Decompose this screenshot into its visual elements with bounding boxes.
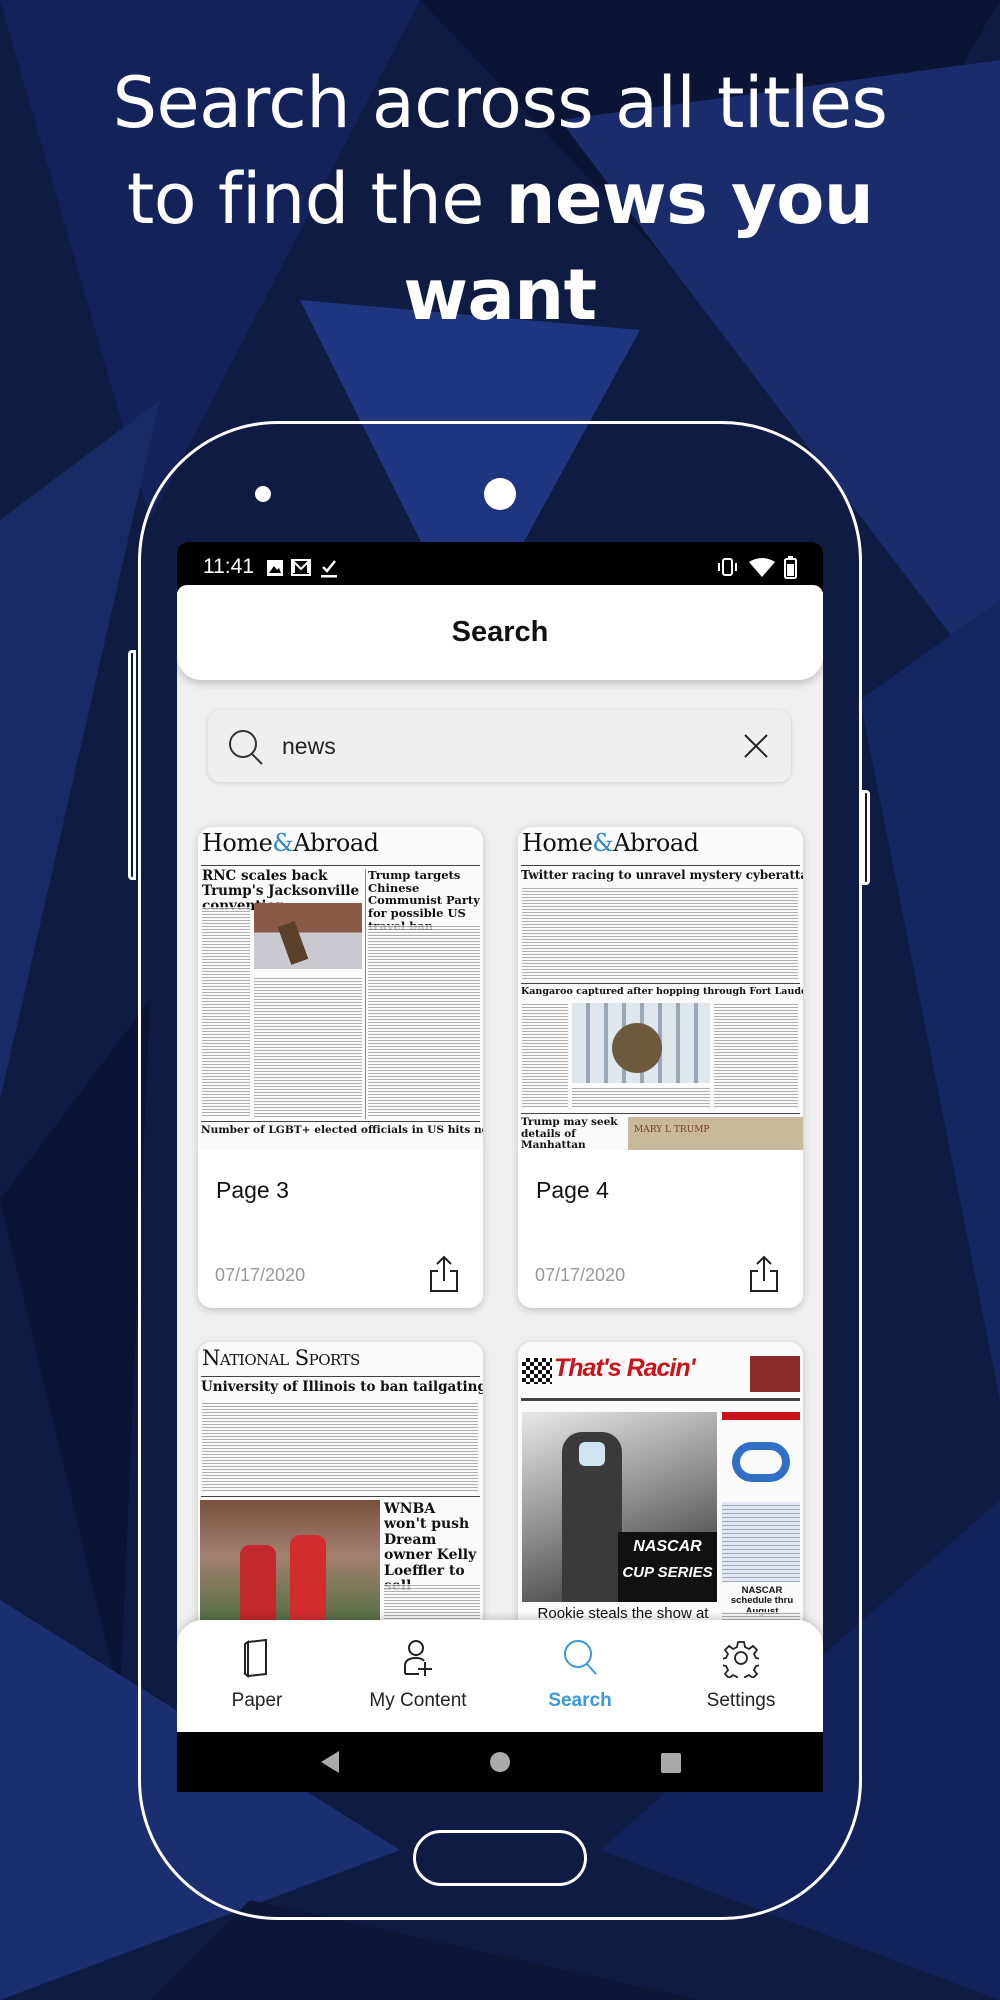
masthead: National Sports (202, 1346, 360, 1370)
masthead-part: Abroad (293, 829, 379, 857)
nav-settings[interactable]: Settings (666, 1620, 816, 1732)
page-date: 07/17/2020 (215, 1265, 306, 1285)
masthead-amp: & (272, 829, 294, 857)
gear-icon (723, 1641, 759, 1678)
news-photo: MARY L TRUMP (628, 1117, 803, 1150)
recents-icon[interactable] (660, 1752, 682, 1774)
search-icon (229, 730, 263, 765)
masthead-amp: & (592, 829, 614, 857)
masthead-part: Home (202, 829, 273, 857)
headline: Trump targets Chinese Communist Party fo… (368, 868, 480, 932)
masthead: That's Racin' (554, 1354, 696, 1382)
sidebar-banner (722, 1412, 800, 1420)
promo-line-1: Search across all titles (112, 62, 888, 144)
status-time: 11:41 (203, 555, 254, 578)
masthead: Home&Abroad (522, 829, 699, 857)
promo-line-2-regular: to find the (126, 158, 506, 240)
status-system-icons (718, 556, 797, 579)
phone-home-button (413, 1830, 587, 1886)
search-icon (564, 1640, 597, 1675)
masthead-part: Home (522, 829, 593, 857)
status-notification-icons (267, 559, 337, 578)
share-icon[interactable] (429, 1255, 459, 1293)
promo-headline: Search across all titles to find the new… (0, 55, 1000, 343)
page-thumbnail[interactable]: Home&Abroad RNC scales back Trump's Jack… (198, 827, 483, 1150)
nav-my-content[interactable]: My Content (343, 1620, 493, 1732)
promo-line-3: want (0, 247, 1000, 343)
page-date: 07/17/2020 (535, 1265, 626, 1285)
page-thumbnail[interactable]: That's Racin' NASCAR CUP SERIES NASCAR sc… (518, 1342, 803, 1665)
page-thumbnail[interactable]: Home&Abroad Twitter racing to unravel my… (518, 827, 803, 1150)
page-title: Search (177, 585, 823, 680)
promo-line-2: to find the news you (0, 151, 1000, 247)
masthead-part: Abroad (613, 829, 699, 857)
page-label: Page 3 (216, 1177, 289, 1203)
app-screen: 11:41 Search Home&Abroad RNC scales back… (177, 542, 823, 1792)
nav-paper[interactable]: Paper (182, 1620, 332, 1732)
news-photo (254, 903, 362, 969)
phone-side-button-left (128, 650, 136, 880)
search-bar[interactable] (208, 710, 791, 782)
page-thumbnail[interactable]: National Sports University of Illinois t… (198, 1342, 483, 1665)
add-user-icon (404, 1640, 432, 1676)
masthead: Home&Abroad (202, 829, 379, 857)
nav-label: Settings (706, 1690, 776, 1711)
news-photo (200, 1500, 380, 1640)
home-icon[interactable] (489, 1751, 511, 1773)
track-map (732, 1442, 790, 1482)
news-photo (572, 1003, 710, 1083)
paper-icon (244, 1638, 267, 1678)
headline: Number of LGBT+ elected officials in US … (201, 1124, 483, 1136)
headline: University of Illinois to ban tailgating (201, 1379, 483, 1395)
result-card[interactable]: Home&Abroad RNC scales back Trump's Jack… (198, 827, 483, 1308)
back-icon[interactable] (319, 1750, 341, 1774)
phone-sensor (255, 486, 271, 502)
checkered-flag-icon (522, 1358, 552, 1384)
page-label: Page 4 (536, 1177, 609, 1203)
news-photo (750, 1356, 800, 1392)
bottom-nav: Paper My Content Search Settings (177, 1620, 823, 1732)
nav-label: My Content (369, 1690, 467, 1711)
nav-label: Paper (231, 1690, 283, 1711)
nascar-logo-text: CUP SERIES (622, 1564, 713, 1581)
search-input[interactable] (282, 724, 722, 768)
headline: Kangaroo captured after hopping through … (521, 986, 803, 997)
promo-line-3-bold: want (403, 254, 597, 336)
phone-camera (484, 478, 516, 510)
nascar-logo: NASCAR CUP SERIES (618, 1532, 717, 1602)
result-card[interactable]: Home&Abroad Twitter racing to unravel my… (518, 827, 803, 1308)
share-icon[interactable] (749, 1255, 779, 1293)
nascar-logo-text: NASCAR (633, 1538, 702, 1555)
headline: Trump may seek details of Manhattan (521, 1116, 618, 1150)
close-icon[interactable] (742, 732, 770, 760)
nav-label-active: Search (548, 1690, 612, 1711)
headline: Twitter racing to unravel mystery cybera… (521, 868, 803, 882)
android-nav-bar (177, 1732, 823, 1792)
nav-search[interactable]: Search (505, 1620, 655, 1732)
headline: WNBA won't push Dream owner Kelly Loeffl… (384, 1501, 477, 1593)
promo-line-2-bold: news you (505, 158, 874, 240)
phone-side-button-right (862, 790, 870, 885)
